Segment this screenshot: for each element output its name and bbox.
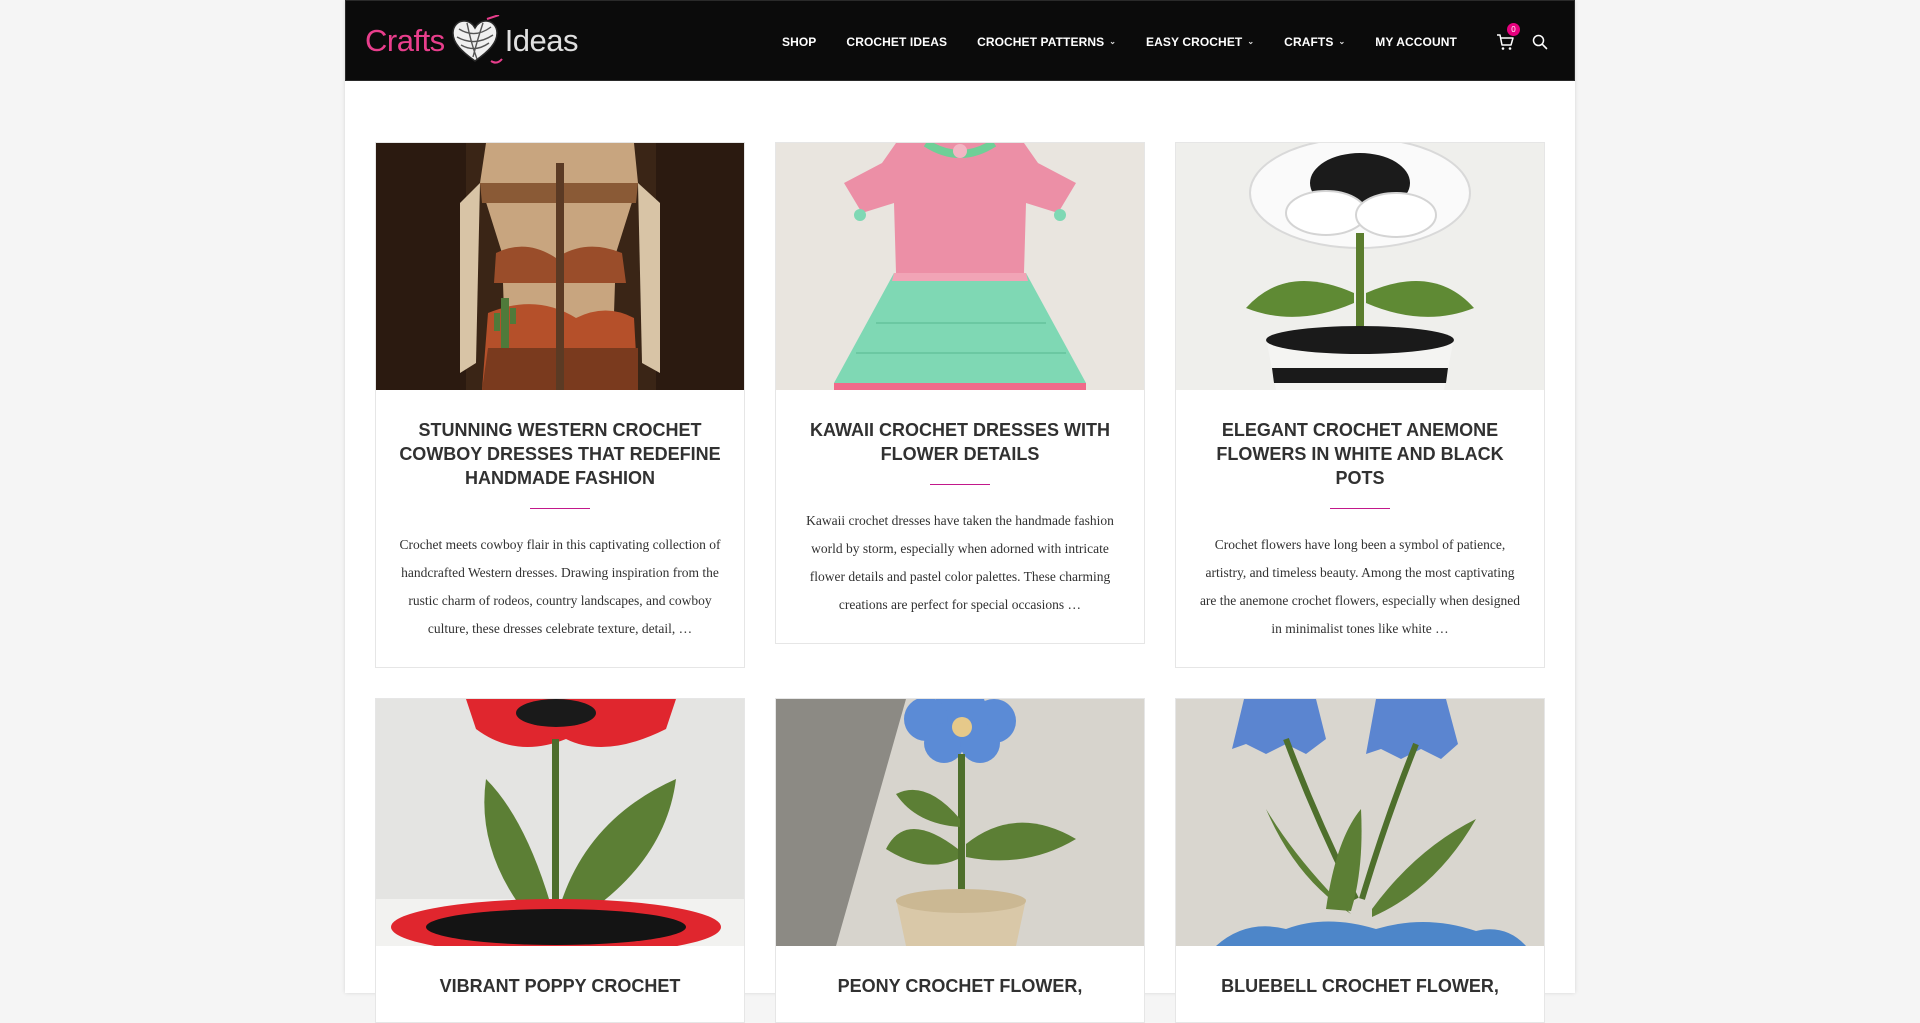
nav-item-label: MY ACCOUNT <box>1375 34 1457 49</box>
post-title[interactable]: ELEGANT CROCHET ANEMONE FLOWERS IN WHITE… <box>1196 418 1524 490</box>
nav-item-label: CROCHET PATTERNS <box>977 34 1105 49</box>
post-excerpt: Kawaii crochet dresses have taken the ha… <box>806 513 1114 612</box>
search-icon <box>1532 34 1548 49</box>
title-divider <box>1330 508 1390 509</box>
page: Crafts Ideas SHOP CROCHET IDEAS CROCHET … <box>345 0 1575 1023</box>
post-card-body: BLUEBELL CROCHET FLOWER, <box>1176 946 1544 1022</box>
post-image <box>1176 699 1544 946</box>
site-logo[interactable]: Crafts Ideas <box>365 15 579 67</box>
post-thumbnail[interactable] <box>376 143 744 390</box>
chevron-down-icon: ⌄ <box>1338 37 1346 46</box>
post-thumbnail[interactable] <box>376 699 744 946</box>
post-card: PEONY CROCHET FLOWER, <box>775 698 1145 1023</box>
search-button[interactable] <box>1532 34 1548 50</box>
nav-item-shop[interactable]: SHOP <box>782 35 816 49</box>
post-card-body: ELEGANT CROCHET ANEMONE FLOWERS IN WHITE… <box>1176 390 1544 667</box>
post-title[interactable]: STUNNING WESTERN CROCHET COWBOY DRESSES … <box>396 418 724 490</box>
post-card: ELEGANT CROCHET ANEMONE FLOWERS IN WHITE… <box>1175 142 1545 668</box>
site-header: Crafts Ideas SHOP CROCHET IDEAS CROCHET … <box>345 0 1575 81</box>
post-image <box>376 699 744 946</box>
title-divider <box>930 484 990 485</box>
post-card: VIBRANT POPPY CROCHET <box>375 698 745 1023</box>
post-card: BLUEBELL CROCHET FLOWER, <box>1175 698 1545 1023</box>
post-thumbnail[interactable] <box>776 143 1144 390</box>
post-card-body: VIBRANT POPPY CROCHET <box>376 946 744 1022</box>
yarn-heart-icon <box>451 15 503 64</box>
nav-item-label: EASY CROCHET <box>1146 34 1243 49</box>
nav-item-label: CROCHET IDEAS <box>846 34 948 49</box>
nav-item-crafts[interactable]: CRAFTS ⌄ <box>1284 35 1345 49</box>
nav-item-crochet-patterns[interactable]: CROCHET PATTERNS ⌄ <box>977 35 1116 49</box>
nav-item-my-account[interactable]: MY ACCOUNT <box>1375 35 1457 49</box>
cart-button[interactable]: 0 <box>1496 22 1520 51</box>
main-nav: SHOP CROCHET IDEAS CROCHET PATTERNS ⌄ EA… <box>782 1 1487 82</box>
post-card-body: KAWAII CROCHET DRESSES WITH FLOWER DETAI… <box>776 390 1144 643</box>
post-excerpt: Crochet meets cowboy flair in this capti… <box>399 537 721 636</box>
post-thumbnail[interactable] <box>1176 699 1544 946</box>
nav-item-crochet-ideas[interactable]: CROCHET IDEAS <box>846 35 947 49</box>
post-title[interactable]: KAWAII CROCHET DRESSES WITH FLOWER DETAI… <box>796 418 1124 466</box>
post-card: KAWAII CROCHET DRESSES WITH FLOWER DETAI… <box>775 142 1145 644</box>
post-image <box>376 143 744 390</box>
nav-item-label: CRAFTS <box>1284 34 1334 49</box>
post-title[interactable]: PEONY CROCHET FLOWER, <box>796 974 1124 998</box>
post-card-body: PEONY CROCHET FLOWER, <box>776 946 1144 1022</box>
nav-item-easy-crochet[interactable]: EASY CROCHET ⌄ <box>1146 35 1254 49</box>
post-thumbnail[interactable] <box>776 699 1144 946</box>
post-thumbnail[interactable] <box>1176 143 1544 390</box>
post-card-body: STUNNING WESTERN CROCHET COWBOY DRESSES … <box>376 390 744 667</box>
post-image <box>1176 143 1544 390</box>
post-title[interactable]: BLUEBELL CROCHET FLOWER, <box>1196 974 1524 998</box>
post-excerpt: Crochet flowers have long been a symbol … <box>1199 537 1521 636</box>
post-title[interactable]: VIBRANT POPPY CROCHET <box>396 974 724 998</box>
title-divider <box>530 508 590 509</box>
header-icons: 0 <box>1496 1 1548 82</box>
post-image <box>776 699 1144 946</box>
nav-item-label: SHOP <box>782 34 817 49</box>
logo-word-ideas: Ideas <box>504 23 579 58</box>
chevron-down-icon: ⌄ <box>1247 37 1255 46</box>
post-card: STUNNING WESTERN CROCHET COWBOY DRESSES … <box>375 142 745 668</box>
cart-count-badge: 0 <box>1507 22 1520 36</box>
post-image <box>776 143 1144 390</box>
logo-word-crafts: Crafts <box>365 23 445 58</box>
chevron-down-icon: ⌄ <box>1109 37 1117 46</box>
